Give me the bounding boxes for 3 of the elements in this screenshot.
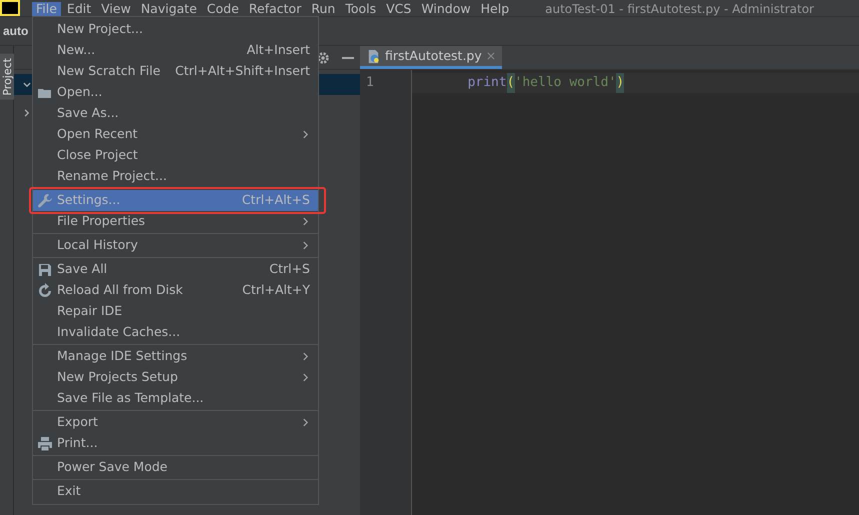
project-name: auto <box>3 23 28 40</box>
line-number: 1 <box>366 74 375 92</box>
window-title: autoTest-01 - firstAutotest.py - Administrator <box>545 2 814 16</box>
